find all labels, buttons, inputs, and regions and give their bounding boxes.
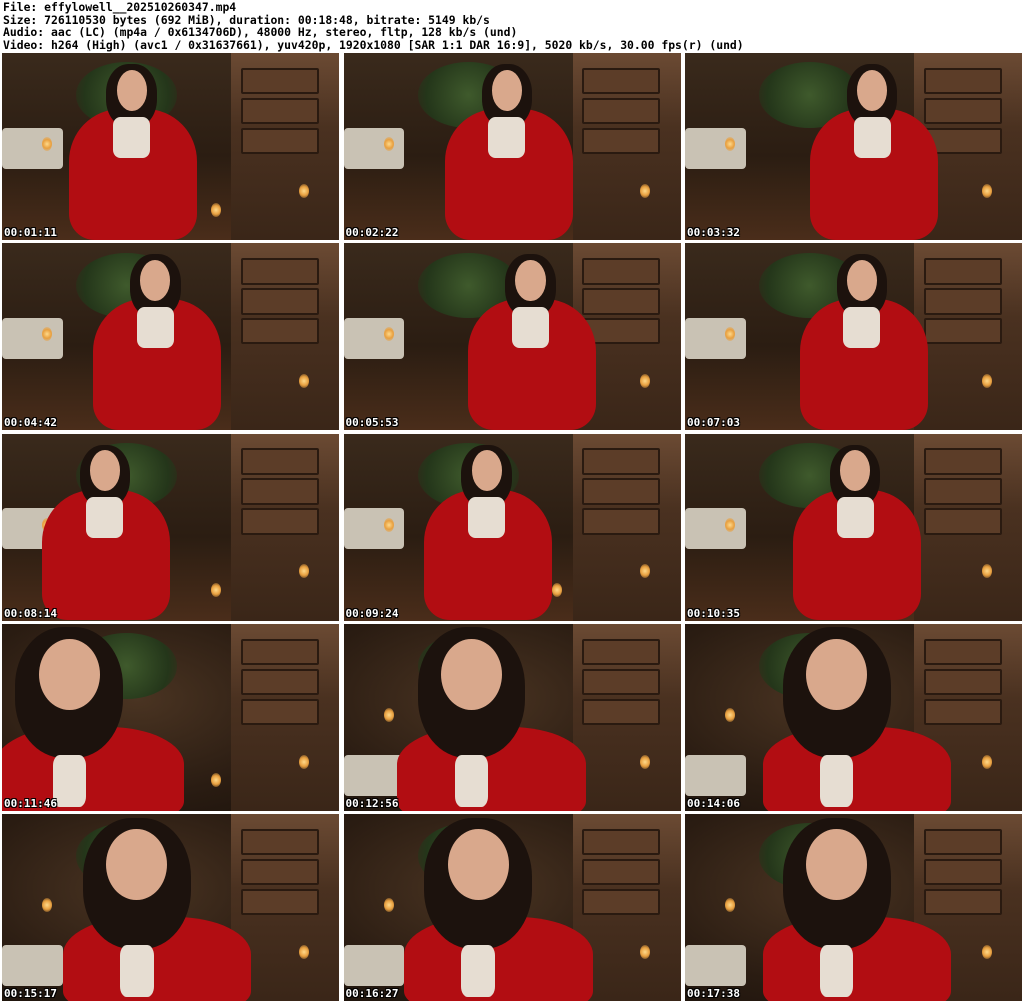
video-frame-thumbnail: 00:07:03 xyxy=(685,243,1022,431)
frame-timestamp: 00:02:22 xyxy=(345,226,399,239)
frame-timestamp: 00:10:35 xyxy=(687,606,740,620)
file-name-line: File: effylowell__202510260347.mp4 xyxy=(3,0,237,14)
thumbnail-grid: 00:01:11 00:02:22 00:03:32 00:04:42 00:05:53… xyxy=(2,53,1022,1001)
video-frame-thumbnail: 00:11:46 xyxy=(2,623,339,811)
video-frame-thumbnail: 00:04:42 xyxy=(2,243,339,431)
frame-timestamp: 00:16:27 xyxy=(345,987,399,1000)
frame-timestamp: 00:08:14 xyxy=(4,606,57,620)
frame-timestamp: 00:03:32 xyxy=(687,226,740,239)
video-info-line: Video: h264 (High) (avc1 / 0x31637661), … xyxy=(3,37,744,52)
audio-info-line: Audio: aac (LC) (mp4a / 0x6134706D), 480… xyxy=(3,25,518,40)
video-frame-thumbnail: 00:15:17 xyxy=(2,814,339,1001)
video-frame-thumbnail: 00:17:38 xyxy=(685,814,1022,1001)
frame-timestamp: 00:09:24 xyxy=(345,606,399,620)
video-frame-thumbnail: 00:03:32 xyxy=(685,53,1022,240)
frame-timestamp: 00:04:42 xyxy=(4,416,57,430)
frame-timestamp: 00:05:53 xyxy=(345,416,399,430)
frame-timestamp: 00:01:11 xyxy=(4,226,57,239)
video-frame-thumbnail: 00:02:22 xyxy=(343,53,681,240)
frame-timestamp: 00:17:38 xyxy=(687,987,740,1000)
frame-timestamp: 00:07:03 xyxy=(687,416,740,430)
video-frame-thumbnail: 00:05:53 xyxy=(343,243,681,431)
video-frame-thumbnail: 00:14:06 xyxy=(685,623,1022,811)
video-frame-thumbnail: 00:10:35 xyxy=(685,433,1022,621)
video-frame-thumbnail: 00:16:27 xyxy=(343,814,681,1001)
frame-timestamp: 00:15:17 xyxy=(4,987,57,1000)
frame-timestamp: 00:12:56 xyxy=(345,796,399,810)
video-frame-thumbnail: 00:09:24 xyxy=(343,433,681,621)
frame-timestamp: 00:14:06 xyxy=(687,796,740,810)
video-frame-thumbnail: 00:01:11 xyxy=(2,53,339,240)
video-frame-thumbnail: 00:12:56 xyxy=(343,623,681,811)
video-frame-thumbnail: 00:08:14 xyxy=(2,433,339,621)
frame-timestamp: 00:11:46 xyxy=(4,796,57,810)
file-info-header: File: effylowell__202510260347.mp4 Size:… xyxy=(3,1,1021,51)
